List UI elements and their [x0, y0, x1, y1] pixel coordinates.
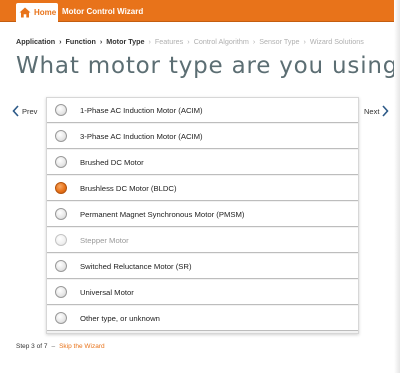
radio-button[interactable]: [55, 312, 67, 324]
breadcrumb-item-function[interactable]: Function: [66, 37, 96, 46]
radio-button[interactable]: [55, 156, 67, 168]
motor-option[interactable]: 3-Phase AC Induction Motor (ACIM): [47, 124, 358, 149]
footer: Step 3 of 7– Skip the Wizard: [16, 343, 105, 350]
step-indicator: Step 3 of 7: [16, 343, 48, 350]
motor-option[interactable]: 1-Phase AC Induction Motor (ACIM): [47, 98, 358, 123]
motor-option-label: Universal Motor: [80, 288, 134, 297]
motor-option[interactable]: Brushless DC Motor (BLDC): [47, 176, 358, 201]
breadcrumb-item-motor-type: Motor Type: [106, 37, 145, 46]
breadcrumb-separator: ›: [148, 37, 151, 46]
motor-option-label: Stepper Motor: [80, 236, 129, 245]
motor-option[interactable]: Other type, or unknown: [47, 306, 358, 331]
home-label: Home: [34, 8, 57, 17]
next-label: Next: [364, 106, 380, 116]
motor-option[interactable]: Switched Reluctance Motor (SR): [47, 254, 358, 279]
breadcrumb-item-control-algorithm: Control Algorithm: [193, 37, 249, 46]
motor-option[interactable]: Permanent Magnet Synchronous Motor (PMSM…: [47, 202, 358, 227]
breadcrumb-separator: ›: [99, 37, 103, 46]
radio-button[interactable]: [55, 260, 67, 272]
radio-button[interactable]: [55, 286, 67, 298]
breadcrumb-separator: ›: [303, 37, 306, 46]
breadcrumb-separator: ›: [252, 37, 256, 46]
home-tab[interactable]: Home: [16, 3, 58, 22]
motor-option-label: Permanent Magnet Synchronous Motor (PMSM…: [80, 210, 245, 219]
radio-button[interactable]: [55, 104, 67, 116]
motor-option-label: Brushless DC Motor (BLDC): [80, 184, 177, 193]
motor-option-label: 1-Phase AC Induction Motor (ACIM): [80, 106, 203, 115]
chevron-right-icon: [382, 105, 389, 117]
wizard-title: Motor Control Wizard: [62, 7, 144, 16]
radio-button[interactable]: [55, 208, 67, 220]
motor-type-options: 1-Phase AC Induction Motor (ACIM) 3-Phase…: [46, 97, 359, 334]
breadcrumb: Application › Function › Motor Type › Features…: [16, 37, 364, 46]
chevron-left-icon: [12, 105, 19, 117]
skip-wizard-link[interactable]: Skip the Wizard: [59, 343, 105, 350]
breadcrumb-item-features: Features: [154, 37, 184, 46]
radio-button: [55, 234, 67, 246]
home-icon: [19, 7, 31, 18]
prev-button[interactable]: Prev: [12, 105, 37, 117]
page-title: What motor type are you using?: [16, 53, 400, 79]
next-button[interactable]: Next: [364, 105, 389, 117]
prev-label: Prev: [22, 106, 38, 116]
breadcrumb-item-application[interactable]: Application: [16, 37, 55, 46]
breadcrumb-separator: ›: [187, 37, 190, 46]
breadcrumb-item-wizard-solutions: Wizard Solutions: [309, 37, 364, 46]
motor-option-label: Other type, or unknown: [80, 314, 160, 323]
motor-option-label: 3-Phase AC Induction Motor (ACIM): [80, 132, 203, 141]
wizard-page: Home Motor Control Wizard Application › Fu…: [0, 0, 400, 373]
motor-option[interactable]: Brushed DC Motor: [47, 150, 358, 175]
breadcrumb-item-sensor-type: Sensor Type: [259, 37, 300, 46]
motor-option: Stepper Motor: [47, 228, 358, 253]
breadcrumb-separator: ›: [59, 37, 62, 46]
motor-option-label: Brushed DC Motor: [80, 158, 144, 167]
motor-option-label: Switched Reluctance Motor (SR): [80, 262, 192, 271]
radio-button[interactable]: [55, 130, 67, 142]
radio-button[interactable]: [55, 182, 67, 194]
motor-option[interactable]: Universal Motor: [47, 280, 358, 305]
top-bar: Home Motor Control Wizard: [0, 0, 400, 22]
footer-dash: –: [51, 343, 56, 350]
